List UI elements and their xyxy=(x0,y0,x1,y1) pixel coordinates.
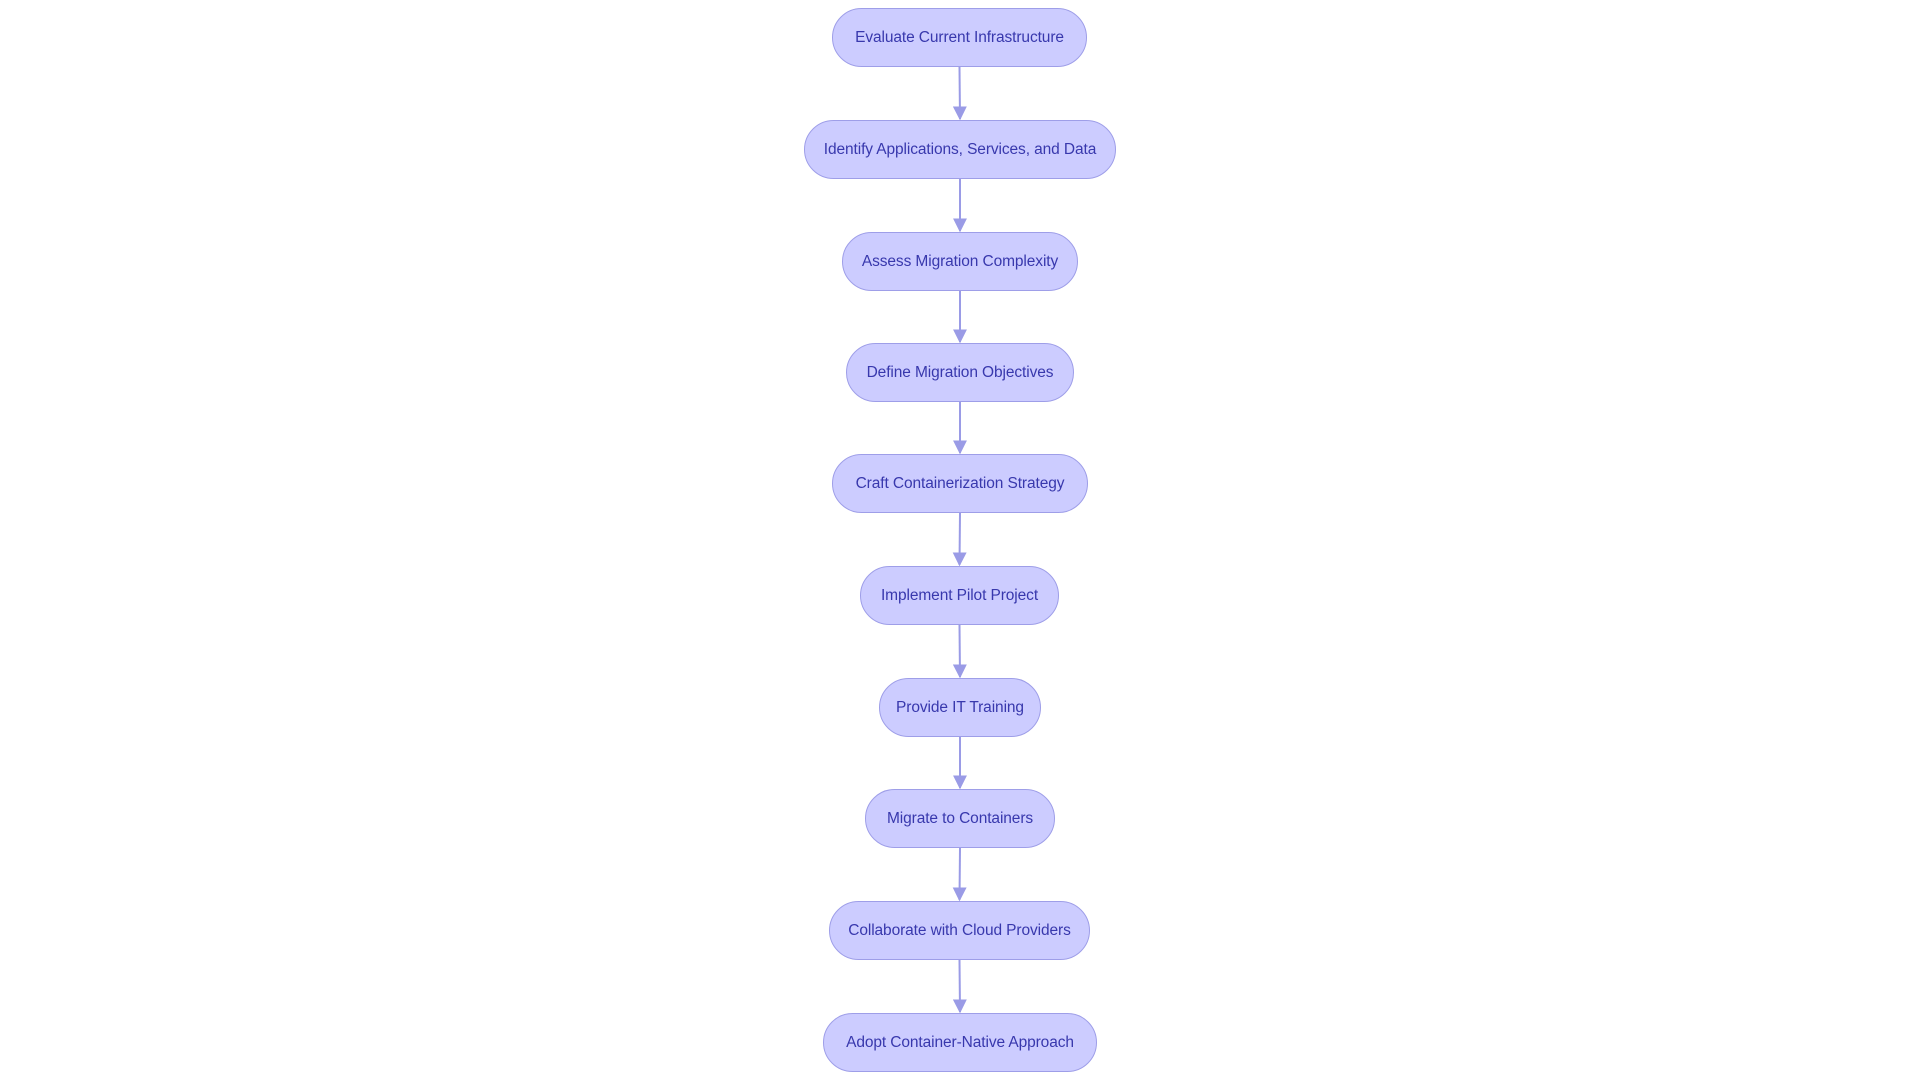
node-assess-migration-complexity: Assess Migration Complexity xyxy=(842,232,1078,291)
edge-arrow-n8-to-n9 xyxy=(952,847,967,902)
edge-arrow-n9-to-n10 xyxy=(952,959,967,1014)
edge-arrow-n6-to-n7 xyxy=(952,624,967,679)
node-define-migration-objectives: Define Migration Objectives xyxy=(846,343,1074,402)
node-implement-pilot-project: Implement Pilot Project xyxy=(860,566,1059,625)
node-collaborate-with-cloud-providers: Collaborate with Cloud Providers xyxy=(829,901,1090,960)
flowchart-canvas: Evaluate Current Infrastructure Identify… xyxy=(0,0,1920,1080)
node-craft-containerization-strategy: Craft Containerization Strategy xyxy=(832,454,1088,513)
node-identify-applications-services-data: Identify Applications, Services, and Dat… xyxy=(804,120,1116,179)
node-adopt-container-native-approach: Adopt Container-Native Approach xyxy=(823,1013,1097,1072)
node-provide-it-training: Provide IT Training xyxy=(879,678,1041,737)
edge-arrow-n1-to-n2 xyxy=(952,66,967,121)
edge-arrow-n5-to-n6 xyxy=(952,512,967,567)
node-evaluate-current-infrastructure: Evaluate Current Infrastructure xyxy=(832,8,1087,67)
node-migrate-to-containers: Migrate to Containers xyxy=(865,789,1055,848)
